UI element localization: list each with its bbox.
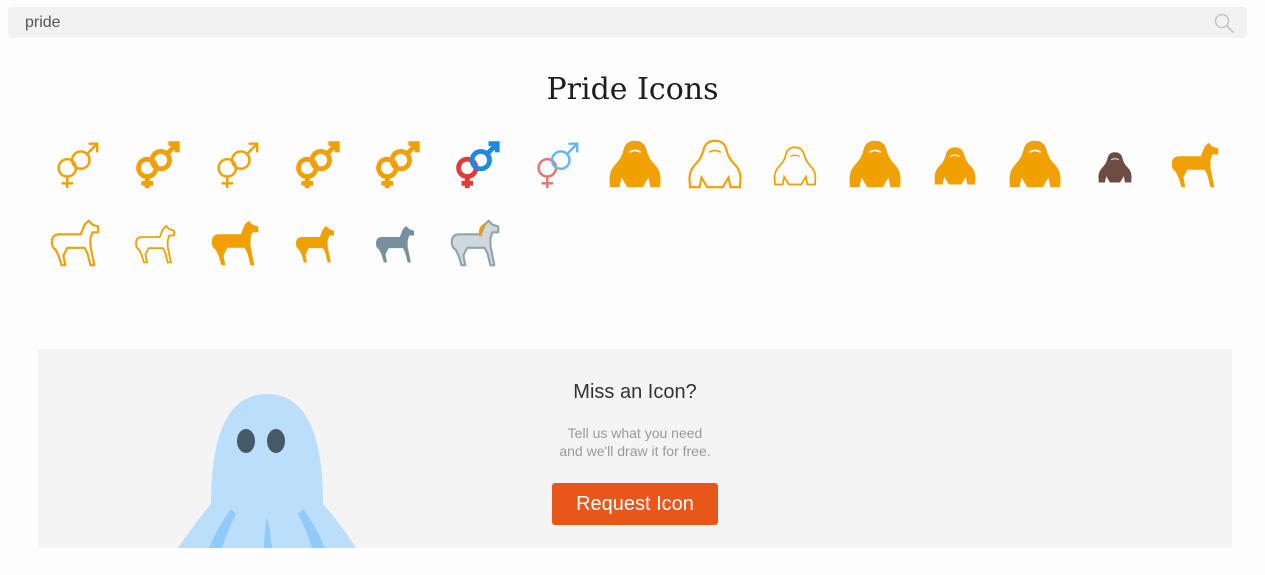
- miss-icon-banner: Miss an Icon? Tell us what you need and …: [38, 349, 1232, 548]
- gorilla-small-outline-icon: [766, 135, 824, 193]
- search-icon[interactable]: [1213, 12, 1235, 34]
- icon-tile[interactable]: [675, 125, 755, 203]
- search-bar: [8, 7, 1247, 38]
- genderqueer-bold-icon: [126, 135, 184, 193]
- icon-tile[interactable]: [915, 125, 995, 203]
- genderqueer-color-outline-icon: [526, 135, 584, 193]
- icon-tile[interactable]: [595, 125, 675, 203]
- icon-tile[interactable]: [515, 125, 595, 203]
- horse-fill-alt-icon: [286, 213, 344, 271]
- gorilla-walking-icon: [926, 135, 984, 193]
- icon-tile[interactable]: [435, 203, 515, 281]
- icon-tile[interactable]: [275, 125, 355, 203]
- icon-tile[interactable]: [355, 203, 435, 281]
- gorilla-icon: [606, 135, 664, 193]
- miss-icon-description: Tell us what you need and we'll draw it …: [535, 424, 735, 460]
- horse-thin-outline-icon: [126, 213, 184, 271]
- page-title: Pride Icons: [546, 72, 719, 107]
- gorilla-fill-alt-icon: [1006, 135, 1064, 193]
- icon-tile[interactable]: [1155, 125, 1235, 203]
- unicorn-icon: [446, 213, 504, 271]
- icon-tile[interactable]: [195, 203, 275, 281]
- request-icon-button[interactable]: Request Icon: [552, 483, 718, 525]
- icon-tile[interactable]: [275, 203, 355, 281]
- icon-tile[interactable]: [35, 203, 115, 281]
- gorilla-fill-icon: [846, 135, 904, 193]
- icon-tile[interactable]: [355, 125, 435, 203]
- icon-tile[interactable]: [115, 203, 195, 281]
- horse-fill-icon: [206, 213, 264, 271]
- gorilla-outline-icon: [686, 135, 744, 193]
- genderqueer-icon: [46, 135, 104, 193]
- search-input[interactable]: [25, 7, 1205, 38]
- description-line: and we'll draw it for free.: [559, 443, 711, 459]
- gorilla-color-icon: [1086, 135, 1144, 193]
- icon-grid: [35, 125, 1235, 281]
- horse-grey-icon: [366, 213, 424, 271]
- icon-tile[interactable]: [755, 125, 835, 203]
- icon-tile[interactable]: [1075, 125, 1155, 203]
- genderqueer-small-icon: [366, 135, 424, 193]
- horse-outline-icon: [46, 213, 104, 271]
- icon-tile[interactable]: [435, 125, 515, 203]
- miss-icon-title: Miss an Icon?: [573, 381, 697, 403]
- icon-tile[interactable]: [835, 125, 915, 203]
- genderqueer-color-icon: [446, 135, 504, 193]
- icon-tile[interactable]: [35, 125, 115, 203]
- horse-icon: [1166, 135, 1224, 193]
- genderqueer-thin-icon: [206, 135, 264, 193]
- description-line: Tell us what you need: [567, 425, 703, 441]
- icon-tile[interactable]: [115, 125, 195, 203]
- icon-tile[interactable]: [195, 125, 275, 203]
- ghost-illustration: [178, 394, 357, 548]
- icon-tile[interactable]: [995, 125, 1075, 203]
- genderqueer-medium-icon: [286, 135, 344, 193]
